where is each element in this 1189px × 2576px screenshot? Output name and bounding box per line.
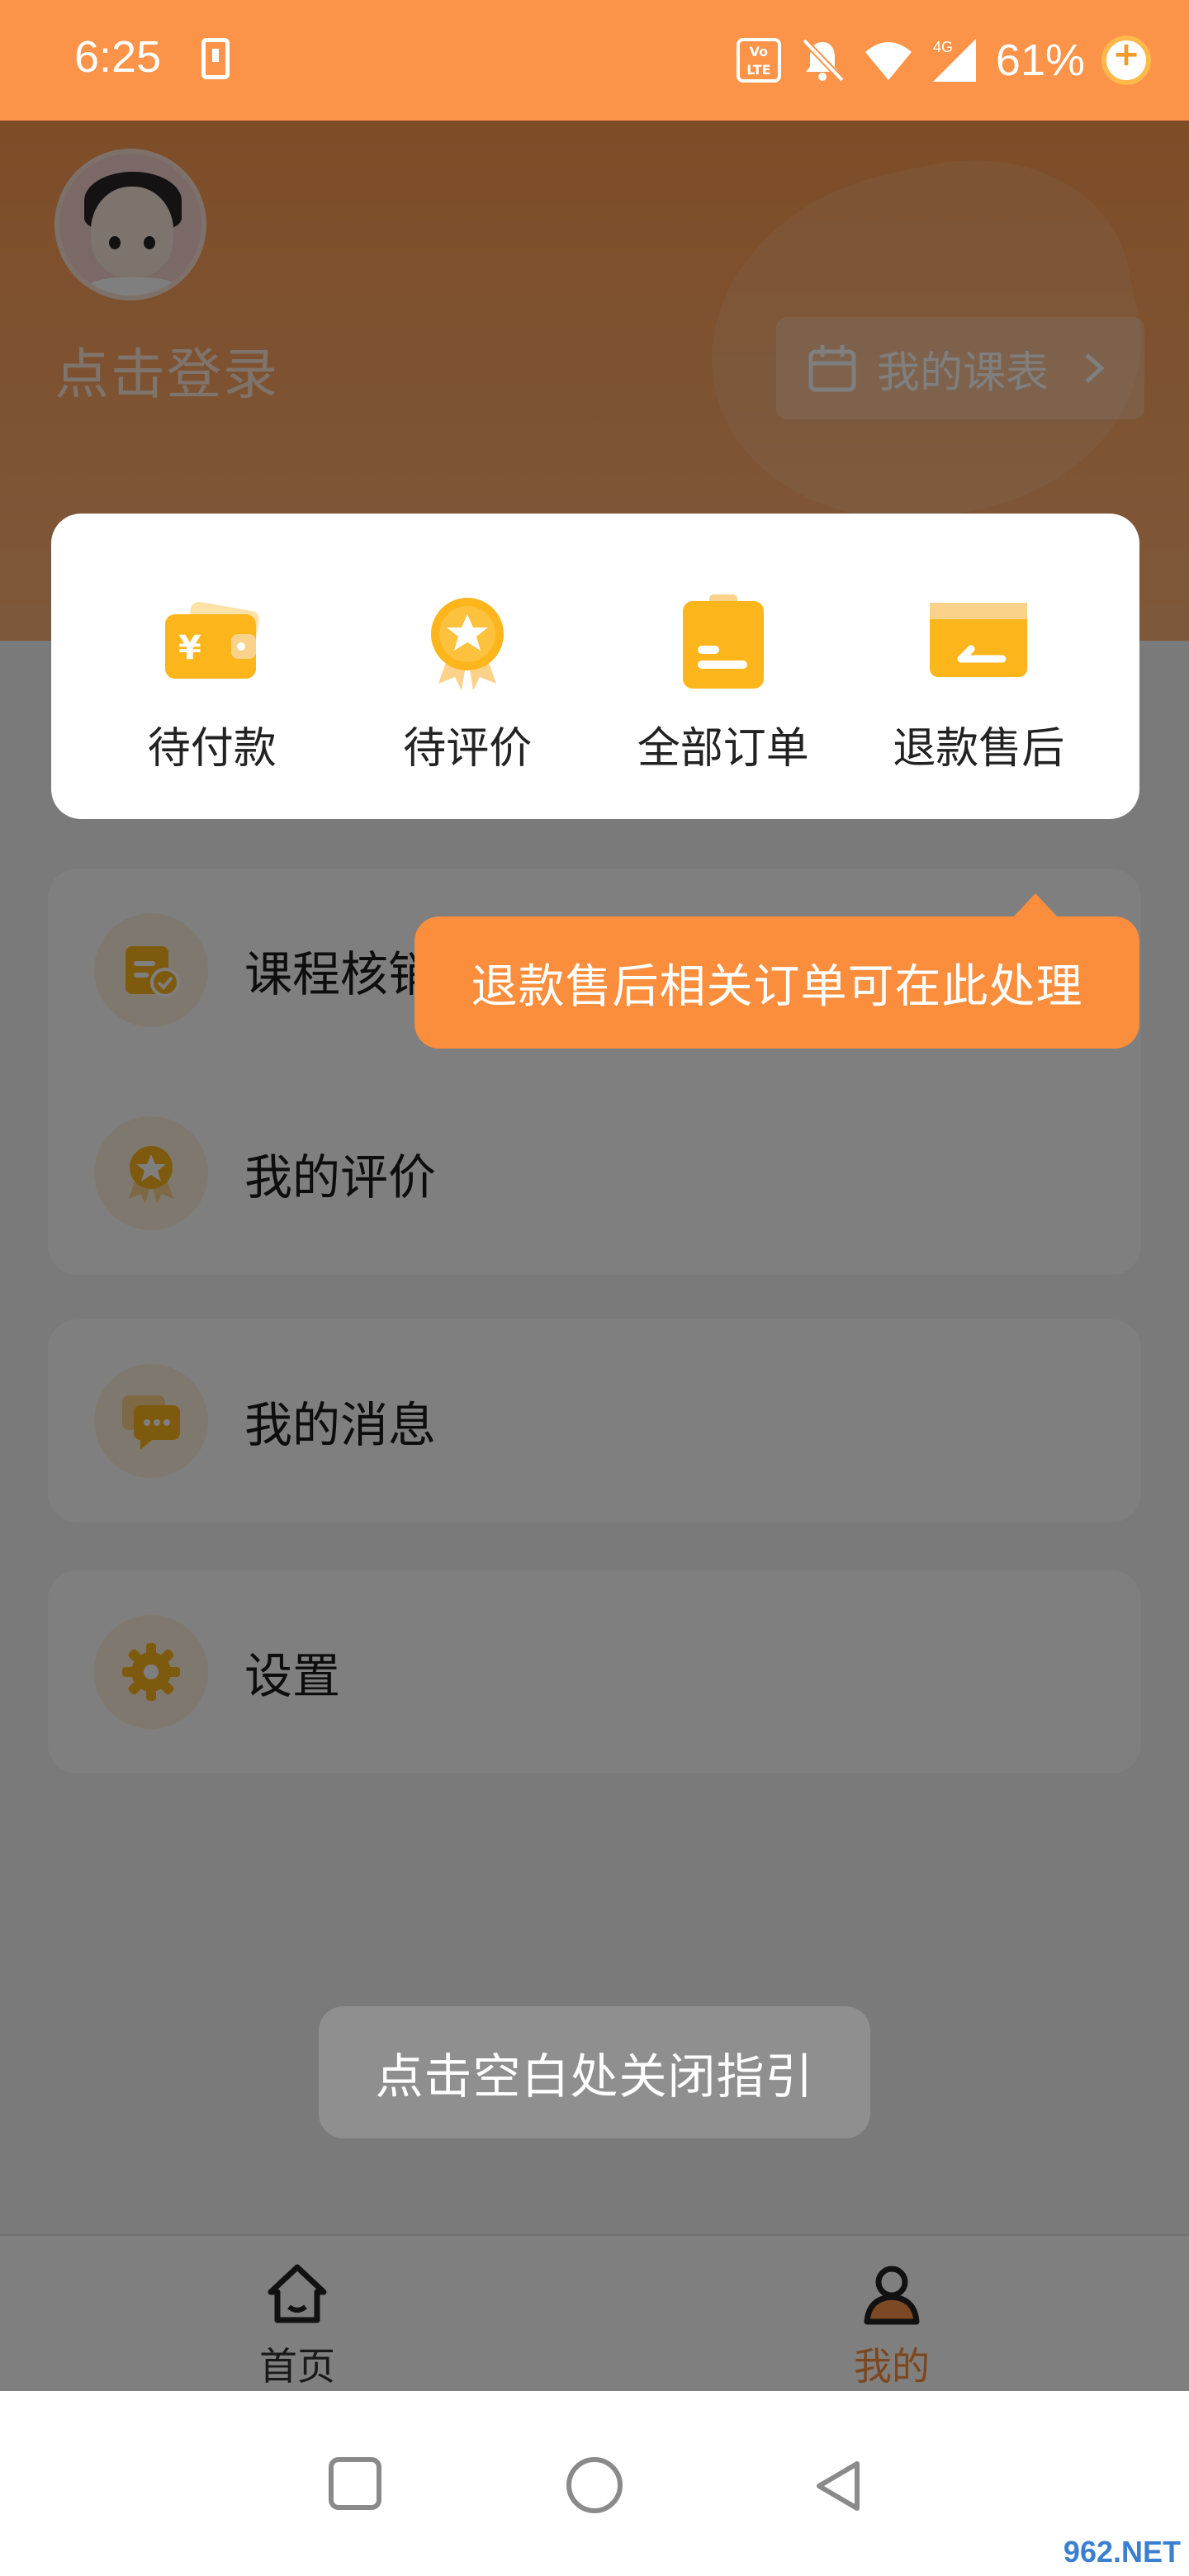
menu-label-my-messages: 我的消息 <box>244 1397 437 1453</box>
menu-card-settings: 设置 <box>48 1570 1141 1773</box>
svg-text:4G: 4G <box>933 39 953 55</box>
status-time: 6:25 <box>74 32 162 82</box>
chevron-right-icon <box>1085 353 1105 383</box>
guide-tooltip-text: 退款售后相关订单可在此处理 <box>471 959 1083 1014</box>
message-icon <box>122 1395 180 1450</box>
svg-text:¥: ¥ <box>178 629 201 667</box>
order-pending-review[interactable]: 待评价 <box>360 591 575 819</box>
order-card: ¥ 待付款 待评价 全部订单 退款售后 <box>51 514 1139 819</box>
wallet-icon: ¥ <box>164 601 259 679</box>
avatar[interactable] <box>54 149 206 301</box>
status-bar: 6:25 Vo LTE 4G 61% <box>0 0 1189 121</box>
mute-bell-icon <box>802 38 845 83</box>
menu-label-course-verify: 课程核销 <box>244 946 437 1002</box>
tab-home[interactable]: 首页 <box>0 2236 594 2391</box>
tooltip-arrow <box>1012 893 1059 918</box>
schedule-label: 我的课表 <box>877 348 1049 398</box>
tab-home-label: 首页 <box>259 2344 335 2389</box>
bottom-tab-bar: 首页 我的 <box>0 2234 1189 2391</box>
order-all-orders[interactable]: 全部订单 <box>616 591 831 819</box>
card-refund-icon <box>930 603 1028 677</box>
order-label-refund-aftersales: 退款售后 <box>893 724 1065 774</box>
system-nav-bar: 962.NET <box>0 2391 1189 2576</box>
tab-mine-label: 我的 <box>854 2344 930 2389</box>
my-schedule-button[interactable]: 我的课表 <box>776 317 1144 419</box>
close-guide-hint[interactable]: 点击空白处关闭指引 <box>319 2006 870 2138</box>
download-icon <box>201 38 230 79</box>
menu-card-messages: 我的消息 <box>48 1319 1141 1522</box>
menu-label-my-reviews: 我的评价 <box>244 1149 437 1205</box>
status-icons: Vo LTE 4G 61% <box>736 25 1151 96</box>
menu-item-settings[interactable]: 设置 <box>48 1570 1141 1773</box>
wifi-icon <box>865 42 912 80</box>
menu-item-my-reviews[interactable]: 我的评价 <box>48 1072 1141 1275</box>
medal-icon <box>431 598 504 690</box>
home-icon <box>268 2264 327 2323</box>
login-link[interactable]: 点击登录 <box>54 330 279 410</box>
order-label-all-orders: 全部订单 <box>637 724 809 774</box>
guide-tooltip: 退款售后相关订单可在此处理 <box>414 893 1139 1049</box>
calendar-icon <box>808 345 856 392</box>
medal-icon <box>129 1146 173 1204</box>
gear-icon <box>122 1643 180 1701</box>
order-label-pending-payment: 待付款 <box>147 724 277 774</box>
battery-percent: 61% <box>995 36 1085 85</box>
home-button[interactable] <box>566 2457 623 2513</box>
watermark: 962.NET <box>1063 2535 1181 2569</box>
order-pending-payment[interactable]: ¥ 待付款 <box>105 591 320 819</box>
course-verify-icon <box>126 946 180 997</box>
person-icon <box>864 2266 920 2325</box>
order-label-pending-review: 待评价 <box>403 724 533 774</box>
battery-saver-icon <box>1101 36 1151 85</box>
order-refund-aftersales[interactable]: 退款售后 <box>871 591 1086 819</box>
signal-4g-icon: 4G <box>932 39 976 82</box>
menu-item-my-messages[interactable]: 我的消息 <box>48 1319 1141 1522</box>
menu-label-settings: 设置 <box>244 1648 341 1704</box>
tab-mine[interactable]: 我的 <box>594 2236 1189 2391</box>
clipboard-icon <box>682 594 764 689</box>
back-button[interactable] <box>809 2457 867 2515</box>
recent-apps-button[interactable] <box>329 2457 381 2510</box>
volte-icon: Vo LTE <box>736 38 781 83</box>
